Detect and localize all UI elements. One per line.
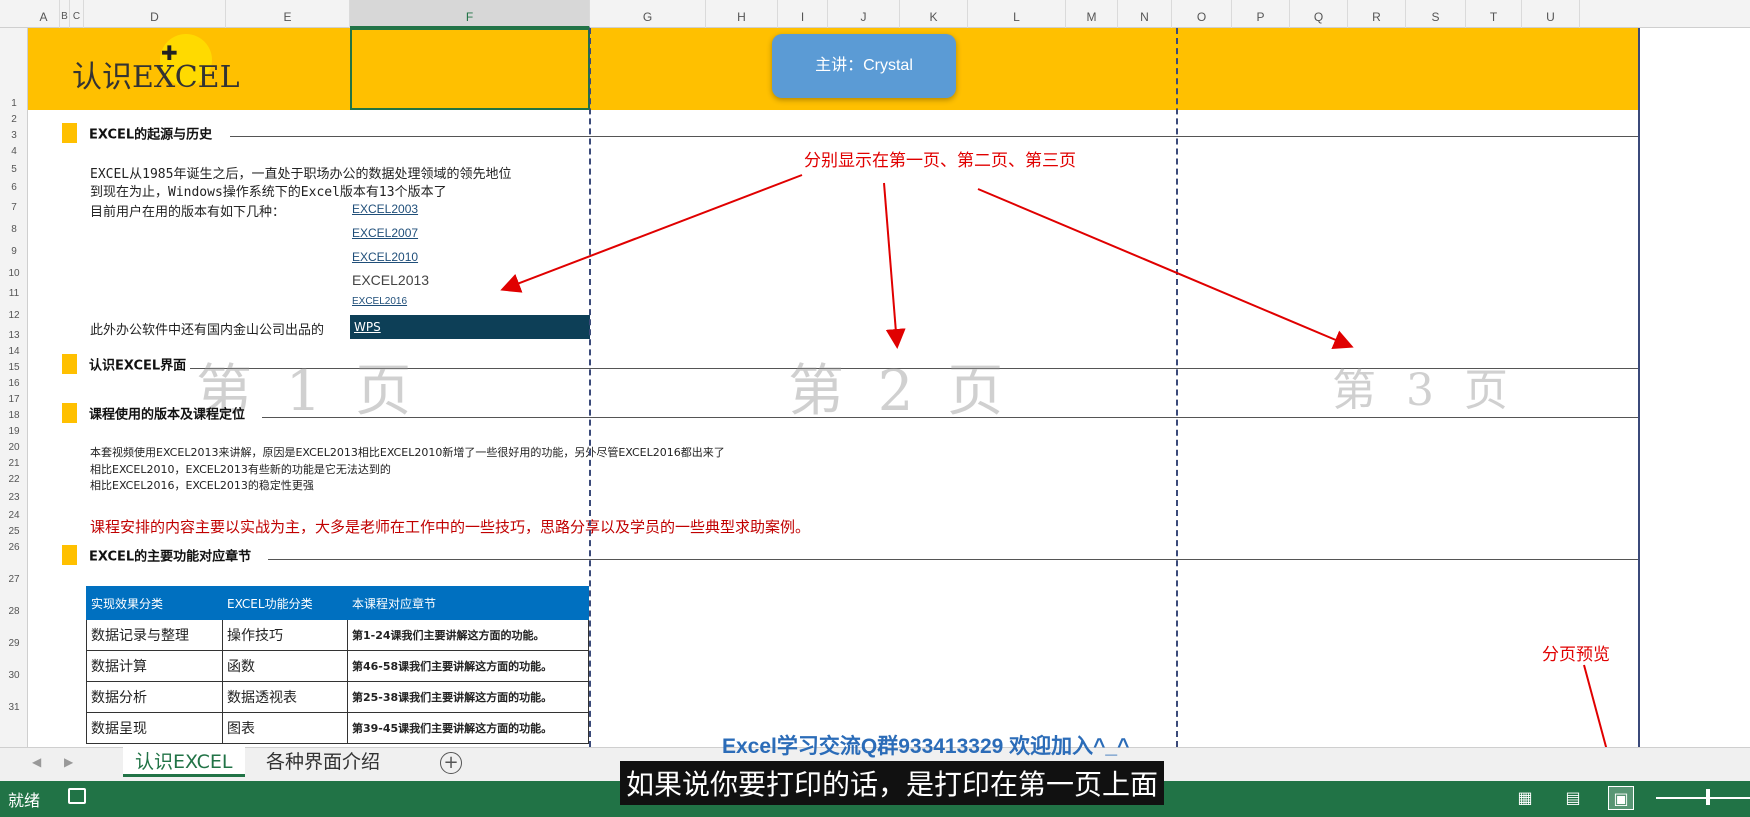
pages-annotation: 分别显示在第一页、第二页、第三页: [804, 151, 1076, 171]
sheet-tab-intro[interactable]: 认识EXCEL: [123, 747, 245, 777]
preview-annotation: 分页预览: [1542, 645, 1610, 665]
normal-view-icon[interactable]: ▦: [1512, 786, 1538, 810]
status-ready-text: 就绪: [8, 791, 41, 810]
zoom-slider[interactable]: [1656, 797, 1750, 799]
video-subtitle: 如果说你要打印的话，是打印在第一页上面: [620, 761, 1165, 805]
add-sheet-button[interactable]: +: [440, 752, 462, 774]
arrow-to-page-3: [977, 188, 1354, 349]
tab-scroll-right-icon[interactable]: ▶: [64, 755, 73, 769]
zoom-slider-thumb[interactable]: [1706, 789, 1710, 805]
page-layout-view-icon[interactable]: ▤: [1560, 786, 1586, 810]
macro-record-icon[interactable]: [68, 788, 86, 804]
qq-group-banner: Excel学习交流Q群933413329 欢迎加入^_^: [722, 735, 1130, 758]
sheet-tab-interfaces[interactable]: 各种界面介绍: [254, 747, 392, 777]
arrow-to-page-2: [883, 182, 906, 349]
tab-scroll-left-icon[interactable]: ◀: [32, 755, 41, 769]
annotation-arrows: [500, 174, 1622, 788]
arrow-to-page-1: [500, 174, 803, 293]
page-break-preview-icon[interactable]: ▣: [1608, 786, 1634, 810]
